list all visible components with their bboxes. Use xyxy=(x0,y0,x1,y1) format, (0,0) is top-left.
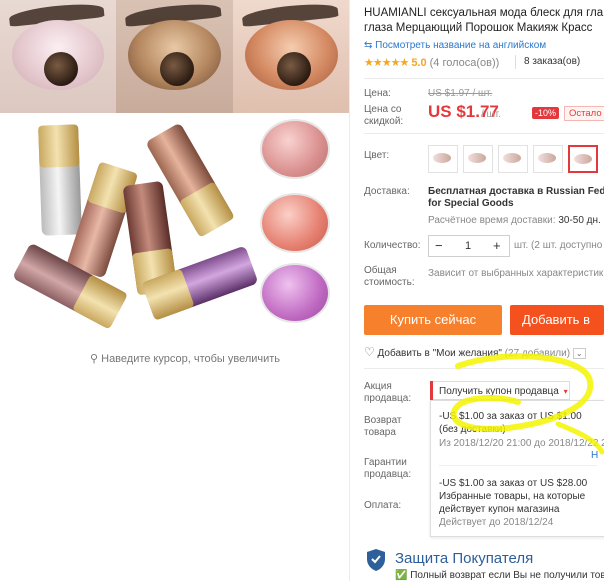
divider xyxy=(364,78,604,79)
heart-icon[interactable]: ♡ xyxy=(364,345,375,359)
translate-icon: ⇆ xyxy=(364,40,373,51)
iris-decor xyxy=(277,52,311,86)
zoom-hint: ⚲ Наведите курсор, чтобы увеличить xyxy=(90,352,280,365)
delivery-time-label: Расчётное время доставки: xyxy=(428,215,556,226)
old-price: US $1.97 / шт. xyxy=(428,88,493,99)
coupon-2-dates: Действует до 2018/12/24 xyxy=(439,517,554,528)
coupon-2-note-line-1: Избранные товары, на которые xyxy=(439,491,586,502)
shield-icon xyxy=(367,549,385,571)
quantity-label: Количество: xyxy=(364,240,421,251)
delivery-time-value: 30-50 дн. xyxy=(558,215,601,226)
chevron-down-icon[interactable]: ⌄ xyxy=(572,348,586,359)
orders-count: 8 заказа(ов) xyxy=(515,55,580,69)
payment-label: Оплата: xyxy=(364,500,402,511)
product-title-line-2: глаза Мерцающий Порошок Макияж Красс xyxy=(364,22,593,34)
discount-price-label-line-1: Цена со xyxy=(364,104,402,115)
total-value: Зависит от выбранных характеристик xyxy=(428,268,604,279)
buyer-protection-text: Полный возврат если Вы не получили товар xyxy=(410,570,604,581)
color-option-5-selected[interactable] xyxy=(568,145,598,173)
coupon-dropdown: -US $1.00 за заказ от US $1.00 (без дост… xyxy=(430,400,604,537)
color-option-4[interactable] xyxy=(533,145,563,173)
warranty-label-line-2: продавца: xyxy=(364,469,412,480)
plus-button[interactable]: + xyxy=(493,238,501,254)
discount-price-label-line-2: скидкой: xyxy=(364,116,404,127)
returns-label-line-1: Возврат xyxy=(364,415,402,426)
color-label: Цвет: xyxy=(364,150,390,161)
rating[interactable]: ★★★★★ 5.0 (4 голоса(ов)) xyxy=(364,56,499,69)
buyer-protection-line: ✅ Полный возврат если Вы не получили тов… xyxy=(395,570,604,581)
coupon-1-extra[interactable]: Н xyxy=(591,450,598,461)
buy-now-button[interactable]: Купить сейчас xyxy=(364,305,502,335)
check-icon: ✅ xyxy=(395,570,408,581)
shipping-text: Бесплатная доставка в Russian Fede for S… xyxy=(428,186,604,210)
seller-promo-label: Акция продавца: xyxy=(364,381,411,405)
translate-link[interactable]: ⇆ Посмотреть название на английском xyxy=(364,40,546,51)
coupon-1-dates: Из 2018/12/20 21:00 до 2018/12/22 2 xyxy=(439,438,604,449)
buyer-protection-title: Защита Покупателя xyxy=(395,550,534,567)
coupon-separator xyxy=(439,465,597,466)
product-title-line-1: HUAMIANLI сексуальная мода блеск для гла xyxy=(364,7,604,19)
get-coupon-button-text[interactable]: Получить купон продавца xyxy=(439,386,559,397)
wishlist[interactable]: ♡ Добавить в "Мои желания" (27 добавили)… xyxy=(364,345,586,359)
divider xyxy=(349,0,350,581)
eye-image-1[interactable] xyxy=(0,0,116,113)
discount-price-label: Цена со скидкой: xyxy=(364,104,403,128)
bottle-silver xyxy=(38,124,82,236)
coupon-1-note: (без доставки) xyxy=(439,424,506,435)
seller-promo-label-line-2: продавца: xyxy=(364,393,412,404)
swatch-rose xyxy=(260,119,330,179)
add-to-cart-button[interactable]: Добавить в xyxy=(510,305,604,335)
warranty-label: Гарантии продавца: xyxy=(364,457,411,481)
eye-image-2[interactable] xyxy=(116,0,233,113)
wishlist-text[interactable]: Добавить в "Мои желания" xyxy=(378,348,502,359)
color-option-3[interactable] xyxy=(498,145,528,173)
swatch-coral xyxy=(260,193,330,253)
translate-link-text[interactable]: Посмотреть название на английском xyxy=(375,40,546,51)
coupon-2-note-line-2: действует купон магазина xyxy=(439,504,560,515)
color-option-2[interactable] xyxy=(463,145,493,173)
stock-badge: Остало xyxy=(564,106,604,121)
total-label: Общая стоимость: xyxy=(364,265,415,289)
price-label: Цена: xyxy=(364,88,391,99)
warranty-label-line-1: Гарантии xyxy=(364,457,407,468)
swatch-violet xyxy=(260,263,330,323)
dropdown-arrow-icon[interactable]: ▾ xyxy=(564,387,568,396)
zoom-hint-text: Наведите курсор, чтобы увеличить xyxy=(101,353,281,365)
wishlist-count: (27 добавили) xyxy=(504,348,571,359)
color-option-1[interactable] xyxy=(428,145,458,173)
price-unit: / шт. xyxy=(481,109,501,120)
divider xyxy=(364,368,604,369)
total-label-line-2: стоимость: xyxy=(364,277,415,288)
coupon-1-condition[interactable]: -US $1.00 за заказ от US $1.00 xyxy=(439,410,582,423)
total-label-line-1: Общая xyxy=(364,265,397,276)
quantity-stepper[interactable]: − 1 + xyxy=(428,235,510,257)
coupon-1[interactable]: -US $1.00 за заказ от US $1.00 (без дост… xyxy=(439,410,582,436)
divider xyxy=(364,133,604,134)
shipping-text-line-1: Бесплатная доставка в Russian Fede xyxy=(428,186,604,197)
eye-image-3[interactable] xyxy=(233,0,350,113)
coupon-2[interactable]: -US $1.00 за заказ от US $28.00 Избранны… xyxy=(439,477,587,516)
iris-decor xyxy=(160,52,194,86)
discount-badge: -10% xyxy=(532,107,560,119)
quantity-note: шт. (2 шт. доступно xyxy=(514,240,603,251)
rating-votes[interactable]: (4 голоса(ов)) xyxy=(430,57,500,69)
get-coupon-button[interactable]: Получить купон продавца ▾ xyxy=(430,381,570,400)
product-image[interactable] xyxy=(0,113,350,349)
star-icons: ★★★★★ xyxy=(364,57,409,69)
quantity-value[interactable]: 1 xyxy=(465,238,471,254)
iris-decor xyxy=(44,52,78,86)
shipping-text-line-2: for Special Goods xyxy=(428,198,514,209)
magnifier-icon: ⚲ xyxy=(90,353,99,365)
product-title: HUAMIANLI сексуальная мода блеск для гла… xyxy=(364,6,604,36)
rating-value: 5.0 xyxy=(411,57,427,69)
returns-label: Возврат товара xyxy=(364,415,402,439)
minus-button[interactable]: − xyxy=(435,238,443,254)
shipping-label: Доставка: xyxy=(364,186,410,197)
delivery-time: Расчётное время доставки: 30-50 дн. xyxy=(428,215,601,226)
returns-label-line-2: товара xyxy=(364,427,396,438)
seller-promo-label-line-1: Акция xyxy=(364,381,392,392)
coupon-2-condition[interactable]: -US $1.00 за заказ от US $28.00 xyxy=(439,477,587,490)
